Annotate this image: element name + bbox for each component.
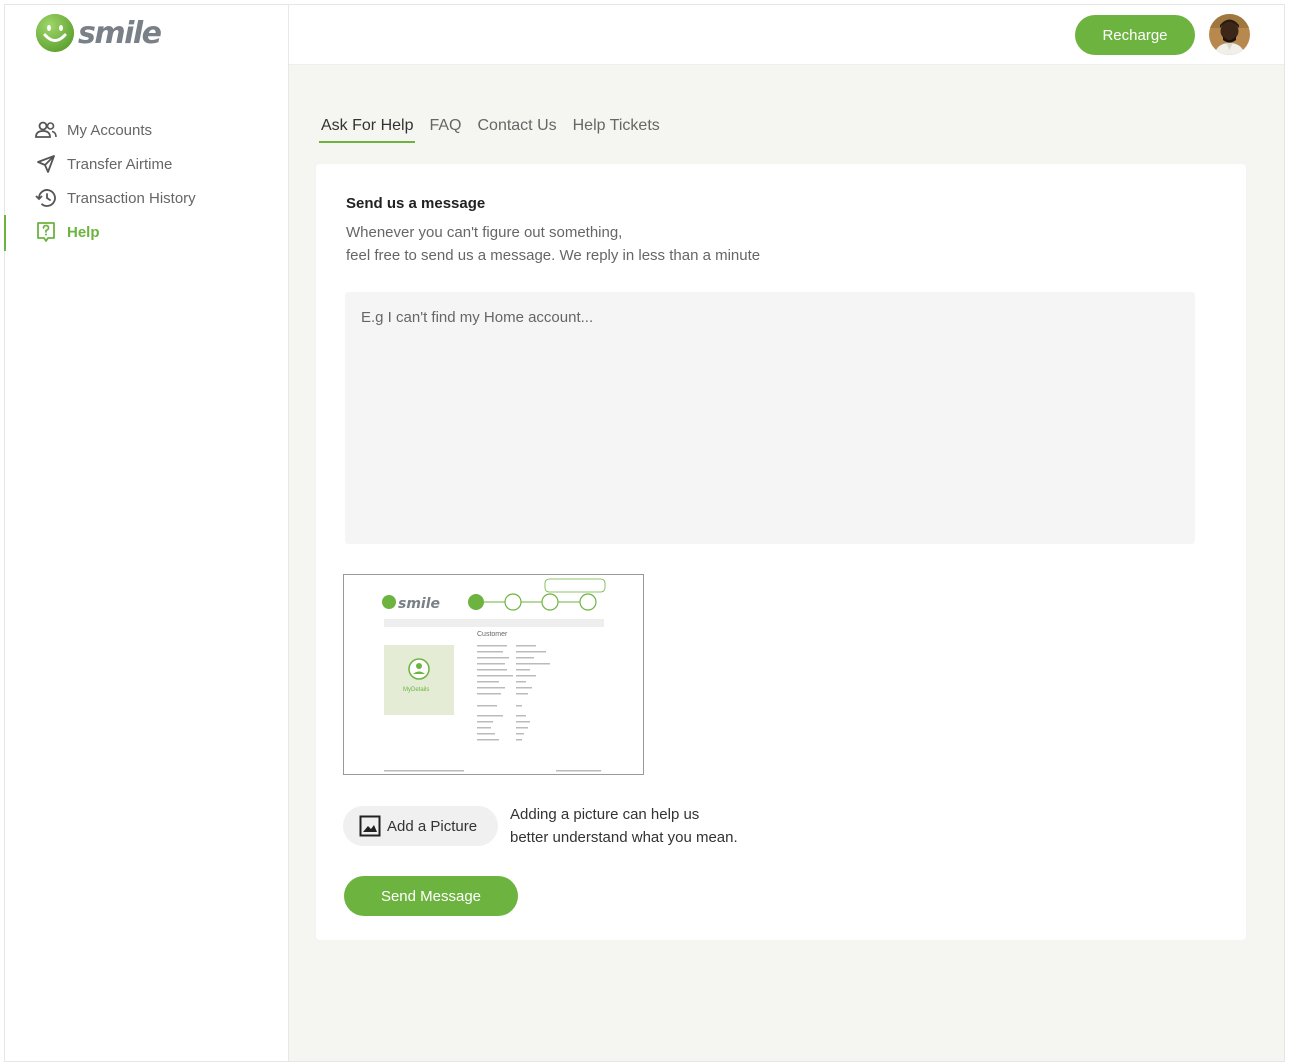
logo[interactable]: smile — [35, 13, 162, 53]
sidebar-item-transfer-airtime[interactable]: Transfer Airtime — [5, 147, 288, 181]
tab-contact-us[interactable]: Contact Us — [475, 115, 558, 143]
attached-picture-preview[interactable]: smile Customer MyDetails — [343, 574, 644, 775]
card-subtitle-line: Whenever you can't figure out something, — [346, 224, 623, 241]
card-subtitle-line: feel free to send us a message. We reply… — [346, 247, 761, 264]
message-input[interactable] — [345, 292, 1195, 544]
message-card: Send us a message Whenever you can't fig… — [316, 164, 1246, 940]
sidebar-item-label: My Accounts — [67, 121, 153, 139]
add-picture-label: Add a Picture — [387, 817, 478, 835]
main-content: Ask For Help FAQ Contact Us Help Tickets… — [289, 65, 1284, 1061]
attachment-section-title: Customer — [477, 631, 508, 638]
picture-hint-line: better understand what you mean. — [510, 829, 738, 846]
help-tabs: Ask For Help FAQ Contact Us Help Tickets — [319, 115, 674, 143]
image-icon — [359, 815, 381, 837]
tab-ask-for-help[interactable]: Ask For Help — [319, 115, 416, 143]
smile-logo-icon — [36, 14, 74, 52]
sidebar-item-my-accounts[interactable]: My Accounts — [5, 113, 288, 147]
tab-faq[interactable]: FAQ — [427, 115, 463, 143]
sidebar-item-label: Transaction History — [67, 189, 196, 207]
picture-hint-line: Adding a picture can help us — [510, 806, 700, 823]
recharge-button[interactable]: Recharge — [1075, 15, 1195, 55]
sidebar-item-transaction-history[interactable]: Transaction History — [5, 181, 288, 215]
picture-hint: Adding a picture can help us better unde… — [510, 803, 738, 849]
sidebar-item-help[interactable]: Help — [4, 215, 288, 251]
logo-text: smile — [78, 15, 162, 51]
card-subtitle: Whenever you can't figure out something,… — [346, 221, 760, 267]
attachment-card-label: MyDetails — [403, 687, 429, 693]
sidebar-item-label: Transfer Airtime — [67, 155, 173, 173]
help-icon — [35, 221, 57, 243]
send-message-button[interactable]: Send Message — [344, 876, 518, 916]
attachment-logo-text: smile — [398, 596, 440, 612]
user-avatar[interactable] — [1209, 14, 1250, 55]
send-icon — [35, 153, 57, 175]
sidebar-nav: My Accounts Transfer Airtime Transaction… — [4, 113, 288, 251]
tab-help-tickets[interactable]: Help Tickets — [571, 115, 662, 143]
sidebar-item-label: Help — [67, 223, 100, 241]
add-picture-button[interactable]: Add a Picture — [343, 806, 498, 846]
history-icon — [35, 187, 57, 209]
card-title: Send us a message — [346, 195, 486, 212]
people-icon — [35, 119, 57, 141]
top-header: Recharge — [289, 5, 1284, 65]
sidebar: smile My Accounts Transfer Airtime Trans… — [4, 5, 289, 1061]
attachment-screenshot-image: smile Customer MyDetails — [344, 575, 643, 774]
